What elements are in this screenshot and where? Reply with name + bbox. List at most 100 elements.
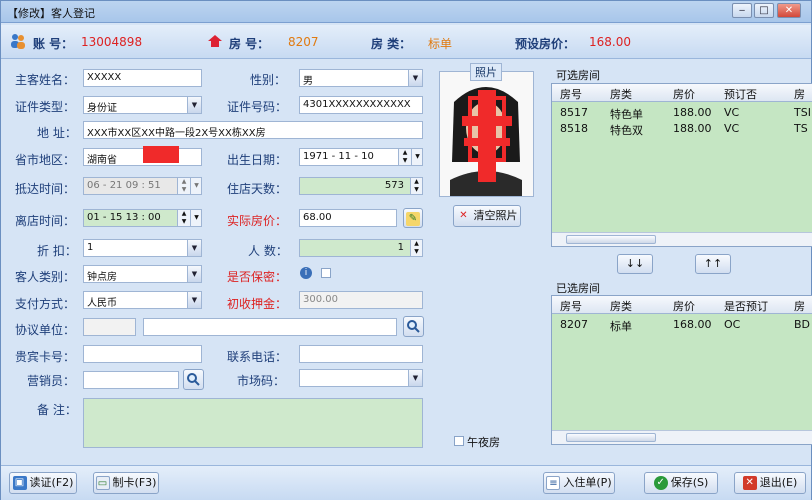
sales-search-button[interactable]: [183, 369, 204, 390]
col-header[interactable]: 房: [794, 298, 805, 314]
cell-room: 8517: [560, 106, 588, 119]
read-id-label: 读证(F2): [29, 476, 74, 489]
checkin-form-button[interactable]: ≡ 入住单(P): [543, 472, 615, 494]
make-card-button[interactable]: ▭ 制卡(F3): [93, 472, 159, 494]
cell-room: 8518: [560, 122, 588, 135]
save-label: 保存(S): [670, 476, 709, 489]
guest-name-input[interactable]: XXXXX: [83, 69, 202, 87]
birth-date-input[interactable]: 1971 - 11 - 10 ▲ ▼ ▼: [299, 148, 423, 166]
persons-input[interactable]: 1 ▲ ▼: [299, 239, 423, 257]
cell-type: 特色单: [610, 108, 643, 121]
leave-time-input[interactable]: 01 - 15 13 : 00 ▲ ▼ ▼: [83, 209, 202, 227]
close-button[interactable]: ✕: [777, 3, 801, 18]
search-icon: [187, 373, 200, 386]
preset-price-value: 168.00: [589, 35, 631, 49]
cell-type: 标单: [610, 320, 632, 333]
minimize-button[interactable]: ‒: [732, 3, 752, 18]
available-rooms-grid[interactable]: 房号 房类 房价 预订否 房 8517 特色单 188.00 VC TSI 85…: [551, 83, 812, 247]
col-header[interactable]: 房号: [560, 298, 582, 314]
address-input[interactable]: XXX市XX区XX中路一段2X号XX栋XX房: [83, 121, 423, 139]
col-header[interactable]: 房价: [673, 298, 695, 314]
spinner-icon[interactable]: ▲ ▼: [410, 178, 422, 194]
persons-label: 人 数：: [248, 244, 288, 258]
col-header[interactable]: 是否预订: [724, 298, 768, 314]
users-icon: [9, 32, 27, 50]
remark-textarea[interactable]: [83, 398, 423, 448]
gender-value: 男: [303, 76, 313, 87]
id-type-select[interactable]: 身份证 ▼: [83, 96, 202, 114]
col-header[interactable]: 房类: [610, 86, 632, 102]
col-header[interactable]: 预订否: [724, 86, 757, 102]
secret-checkbox[interactable]: [321, 268, 331, 278]
cell-booked: OC: [724, 318, 741, 331]
agreement-label: 协议单位：: [15, 323, 76, 337]
spinner-icon[interactable]: ▲ ▼: [410, 240, 422, 256]
chevron-down-icon[interactable]: ▼: [408, 370, 422, 386]
col-header[interactable]: 房: [794, 86, 805, 102]
market-select[interactable]: ▼: [299, 369, 423, 387]
pay-label: 支付方式：: [15, 297, 76, 311]
pay-select[interactable]: 人民币 ▼: [83, 291, 202, 309]
checkin-form-label: 入住单(P): [563, 476, 612, 489]
vip-label: 贵宾卡号：: [15, 350, 76, 364]
cell-booked: VC: [724, 122, 740, 135]
id-number-label: 证件号码：: [227, 100, 288, 114]
document-icon: ≡: [546, 476, 561, 490]
phone-label: 联系电话：: [227, 350, 288, 364]
discount-label: 折 扣：: [37, 244, 77, 258]
read-id-button[interactable]: ▣ 读证(F2): [9, 472, 77, 494]
deposit-label: 初收押金：: [227, 297, 288, 311]
maximize-button[interactable]: □: [754, 3, 774, 18]
phone-input[interactable]: [299, 345, 423, 363]
card-icon: ▭: [95, 476, 110, 490]
chevron-down-icon[interactable]: ▼: [408, 70, 422, 86]
chevron-down-icon[interactable]: ▼: [187, 240, 201, 256]
title-bar: 【修改】客人登记 ‒ □ ✕: [1, 1, 811, 23]
region-value: 湖南省: [87, 155, 117, 166]
account-label: 账 号：: [33, 37, 74, 51]
agreement-name-input[interactable]: [143, 318, 397, 336]
discount-select[interactable]: 1 ▼: [83, 239, 202, 257]
move-down-button[interactable]: ↓↓: [617, 254, 653, 274]
scrollbar-thumb[interactable]: [566, 433, 656, 442]
actual-price-label: 实际房价：: [227, 214, 288, 228]
scrollbar-thumb[interactable]: [566, 235, 656, 244]
cell-price: 188.00: [673, 122, 712, 135]
available-rooms-title: 可选房间: [556, 69, 600, 82]
move-up-button[interactable]: ↑↑: [695, 254, 731, 274]
time-spinner[interactable]: ▲ ▼ ▼: [177, 210, 201, 226]
guest-type-select[interactable]: 钟点房 ▼: [83, 265, 202, 283]
selected-rooms-grid[interactable]: 房号 房类 房价 是否预订 房 8207 标单 168.00 OC BD: [551, 295, 812, 445]
clear-photo-button[interactable]: ✕ 清空照片: [453, 205, 521, 227]
chevron-down-icon[interactable]: ▼: [187, 292, 201, 308]
horizontal-scrollbar[interactable]: [552, 232, 812, 246]
chevron-down-icon[interactable]: ▼: [187, 266, 201, 282]
persons-value: 1: [397, 242, 404, 253]
exit-button[interactable]: ✕ 退出(E): [734, 472, 806, 494]
date-spinner[interactable]: ▲ ▼ ▼: [398, 149, 422, 165]
gender-select[interactable]: 男 ▼: [299, 69, 423, 87]
guest-name-label: 主客姓名：: [15, 73, 76, 87]
leave-time-value: 01 - 15 13 : 00: [87, 212, 161, 223]
midnight-checkbox[interactable]: [454, 436, 464, 446]
id-card-icon: ▣: [12, 476, 27, 490]
col-header[interactable]: 房类: [610, 298, 632, 314]
make-card-label: 制卡(F3): [112, 476, 157, 489]
sales-input[interactable]: [83, 371, 179, 389]
info-icon: i: [300, 267, 312, 279]
actual-price-input[interactable]: 68.00: [299, 209, 397, 227]
vip-card-input[interactable]: [83, 345, 202, 363]
col-header[interactable]: 房价: [673, 86, 695, 102]
roomtype-label: 房 类：: [371, 37, 412, 51]
agreement-search-button[interactable]: [403, 316, 424, 337]
id-number-input[interactable]: 4301XXXXXXXXXXXX: [299, 96, 423, 114]
price-edit-button[interactable]: ✎: [403, 208, 423, 228]
col-header[interactable]: 房号: [560, 86, 582, 102]
room-label: 房 号：: [229, 37, 270, 51]
horizontal-scrollbar[interactable]: [552, 430, 812, 444]
save-button[interactable]: ✓ 保存(S): [644, 472, 718, 494]
redacted-block: [143, 146, 179, 163]
stay-days-label: 住店天数：: [227, 182, 288, 196]
chevron-down-icon[interactable]: ▼: [187, 97, 201, 113]
stay-days-input[interactable]: 573 ▲ ▼: [299, 177, 423, 195]
